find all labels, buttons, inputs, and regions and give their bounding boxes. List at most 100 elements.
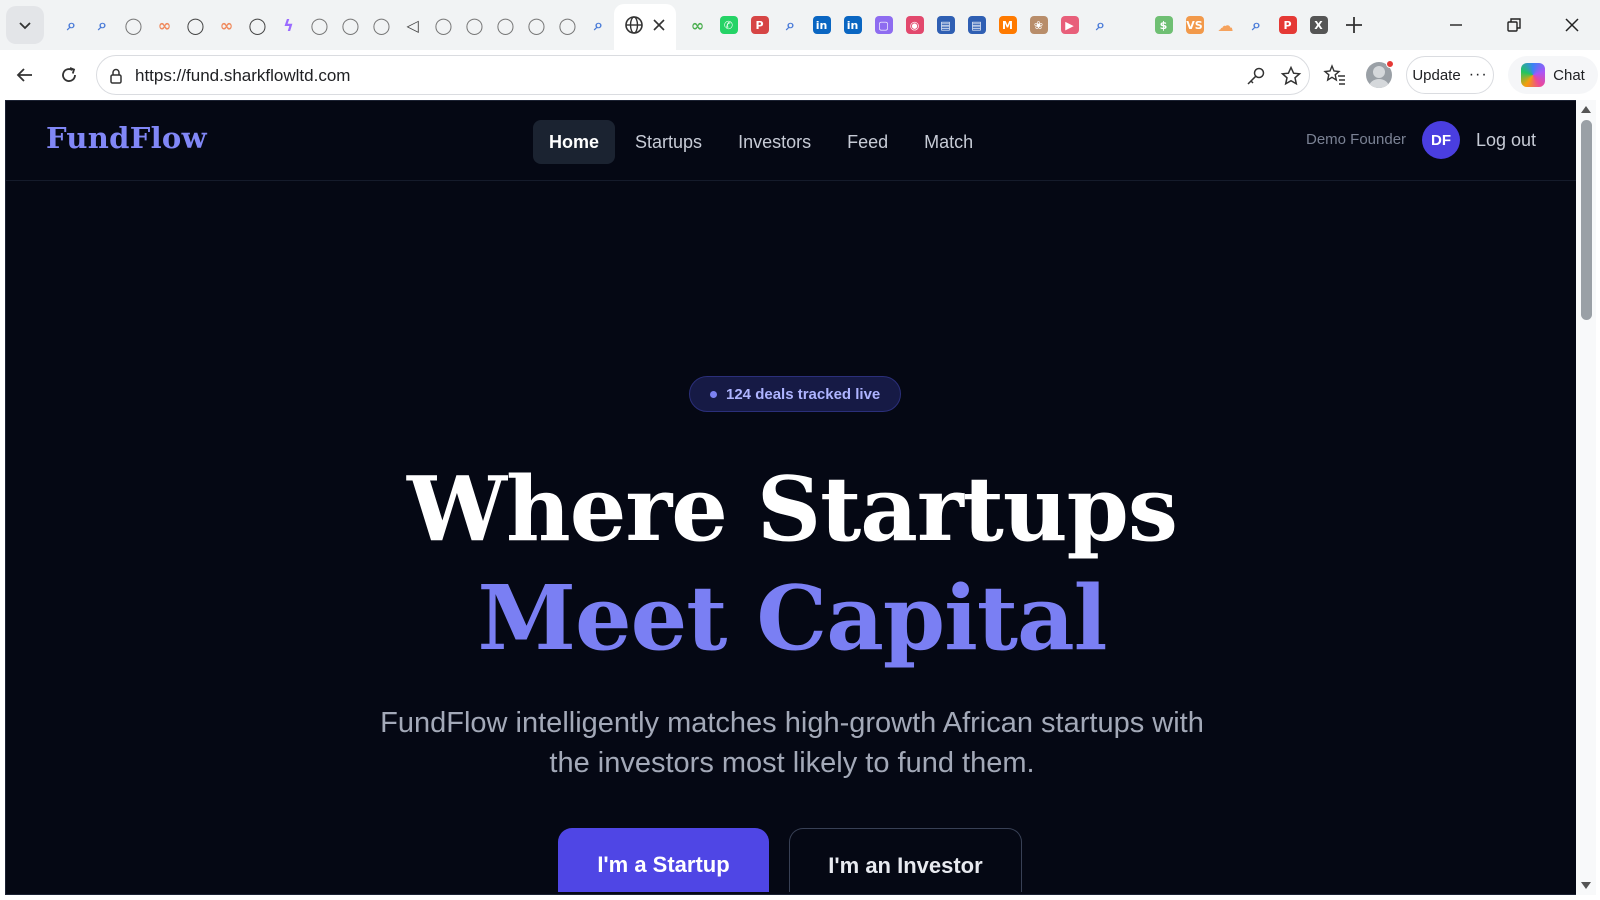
tab-l-6[interactable]: ◯	[242, 10, 273, 40]
tab-r-0[interactable]: ∞	[682, 10, 713, 40]
tab-l-10[interactable]: ◯	[366, 10, 397, 40]
url-text[interactable]: https://fund.sharkflowltd.com	[135, 66, 350, 86]
site-info-icon[interactable]	[103, 63, 129, 89]
favorite-star-icon[interactable]	[1278, 63, 1304, 89]
more-options-icon[interactable]: ···	[1469, 66, 1488, 84]
hero-title-line-1: Where Startups	[407, 456, 1178, 561]
tab-r-6[interactable]: ▢	[868, 10, 899, 40]
search-icon: ⌕	[98, 15, 107, 34]
tab-l-12[interactable]: ◯	[428, 10, 459, 40]
tab-r-1[interactable]: ✆	[713, 10, 744, 40]
nav-item-investors[interactable]: Investors	[722, 120, 827, 164]
tab-l-7[interactable]: ϟ	[273, 10, 304, 40]
tab-r-3[interactable]: ⌕	[775, 10, 806, 40]
main-nav: Home Startups Investors Feed Match	[533, 120, 989, 164]
m-logo-icon: M	[998, 16, 1017, 34]
tab-r-8[interactable]: ▤	[930, 10, 961, 40]
tab-r-2[interactable]: P	[744, 10, 775, 40]
globe-icon	[624, 15, 644, 40]
tab-r-7[interactable]: ◉	[899, 10, 930, 40]
nav-item-match[interactable]: Match	[908, 120, 989, 164]
tab-r-11[interactable]: ❀	[1023, 10, 1054, 40]
money-icon: $	[1154, 16, 1173, 34]
minimize-button[interactable]	[1436, 8, 1476, 42]
tab-f-2[interactable]: ☁	[1210, 10, 1241, 40]
tab-l-1[interactable]: ⌕	[87, 10, 118, 40]
nav-item-startups[interactable]: Startups	[619, 120, 718, 164]
address-bar[interactable]: https://fund.sharkflowltd.com	[96, 55, 1310, 95]
tab-r-12[interactable]: ▶	[1054, 10, 1085, 40]
globe-icon: ◯	[341, 15, 360, 35]
active-tab[interactable]	[614, 4, 676, 50]
badge-text: 124 deals tracked live	[726, 385, 881, 403]
chat-icon: ▢	[874, 16, 893, 34]
startup-cta-button[interactable]: I'm a Startup	[558, 828, 769, 892]
user-avatar[interactable]: DF	[1422, 121, 1460, 159]
live-deals-badge: 124 deals tracked live	[689, 376, 902, 412]
tab-r-13[interactable]: ⌕	[1085, 10, 1116, 40]
browser-toolbar: https://fund.sharkflowltd.com Update ···…	[0, 50, 1600, 100]
tab-r-5[interactable]: in	[837, 10, 868, 40]
minimize-icon	[1450, 24, 1462, 26]
x-logo-icon: X	[1309, 16, 1328, 34]
tab-l-8[interactable]: ◯	[304, 10, 335, 40]
investor-cta-button[interactable]: I'm an Investor	[789, 828, 1022, 892]
bolt-icon: ϟ	[283, 15, 294, 35]
key-icon[interactable]	[1243, 63, 1269, 89]
tab-f-0[interactable]: $	[1148, 10, 1179, 40]
nav-item-home[interactable]: Home	[533, 120, 616, 164]
user-name: Demo Founder	[1306, 131, 1407, 148]
new-tab-button[interactable]	[1339, 10, 1369, 40]
hero-title-line-2: Meet Capital	[477, 565, 1108, 670]
scroll-thumb[interactable]	[1581, 120, 1592, 320]
tab-r-10[interactable]: M	[992, 10, 1023, 40]
search-icon: ⌕	[1096, 15, 1105, 34]
update-label: Update	[1412, 66, 1461, 84]
globe-icon: ◯	[372, 15, 391, 35]
scroll-up-icon[interactable]	[1581, 106, 1591, 113]
speaker-icon: ◁	[406, 15, 419, 35]
tab-l-4[interactable]: ◯	[180, 10, 211, 40]
tab-l-0[interactable]: ⌕	[56, 10, 87, 40]
tab-r-4[interactable]: in	[806, 10, 837, 40]
linkedin-icon: in	[843, 16, 862, 34]
scroll-down-icon[interactable]	[1581, 882, 1591, 889]
update-button[interactable]: Update ···	[1406, 56, 1494, 94]
tab-l-13[interactable]: ◯	[459, 10, 490, 40]
tab-l-9[interactable]: ◯	[335, 10, 366, 40]
close-tab-icon[interactable]	[652, 18, 666, 37]
tab-l-2[interactable]: ◯	[118, 10, 149, 40]
tab-l-14[interactable]: ◯	[490, 10, 521, 40]
favorites-button[interactable]	[1318, 58, 1352, 92]
tab-f-1[interactable]: VS	[1179, 10, 1210, 40]
close-window-button[interactable]	[1552, 8, 1592, 42]
close-icon	[1565, 18, 1579, 32]
back-button[interactable]	[8, 58, 42, 92]
logout-link[interactable]: Log out	[1476, 130, 1536, 151]
site-logo[interactable]: FundFlow	[46, 121, 207, 155]
tab-f-4[interactable]: P	[1272, 10, 1303, 40]
tab-f-3[interactable]: ⌕	[1241, 10, 1272, 40]
page-scrollbar[interactable]	[1576, 100, 1596, 895]
refresh-button[interactable]	[52, 58, 86, 92]
copilot-icon	[1521, 63, 1546, 87]
tab-l-11[interactable]: ◁	[397, 10, 428, 40]
page-viewport: FundFlow Home Startups Investors Feed Match …	[5, 100, 1577, 895]
tab-l-3[interactable]: ∞	[149, 10, 180, 40]
tab-r-9[interactable]: ▤	[961, 10, 992, 40]
profile-button[interactable]	[1362, 58, 1396, 92]
tab-l-17[interactable]: ⌕	[583, 10, 614, 40]
tab-l-15[interactable]: ◯	[521, 10, 552, 40]
copilot-chat-button[interactable]: Chat	[1508, 56, 1598, 94]
image-icon: ❀	[1029, 16, 1048, 34]
search-icon: ⌕	[1252, 15, 1261, 34]
restore-button[interactable]	[1494, 8, 1534, 42]
document-search-icon: ▤	[936, 16, 955, 34]
tab-l-5[interactable]: ∞	[211, 10, 242, 40]
linkedin-icon: in	[812, 16, 831, 34]
tab-f-5[interactable]: X	[1303, 10, 1334, 40]
tab-list-button[interactable]	[6, 6, 44, 44]
tab-l-16[interactable]: ◯	[552, 10, 583, 40]
link-icon: ∞	[690, 15, 705, 35]
nav-item-feed[interactable]: Feed	[831, 120, 904, 164]
